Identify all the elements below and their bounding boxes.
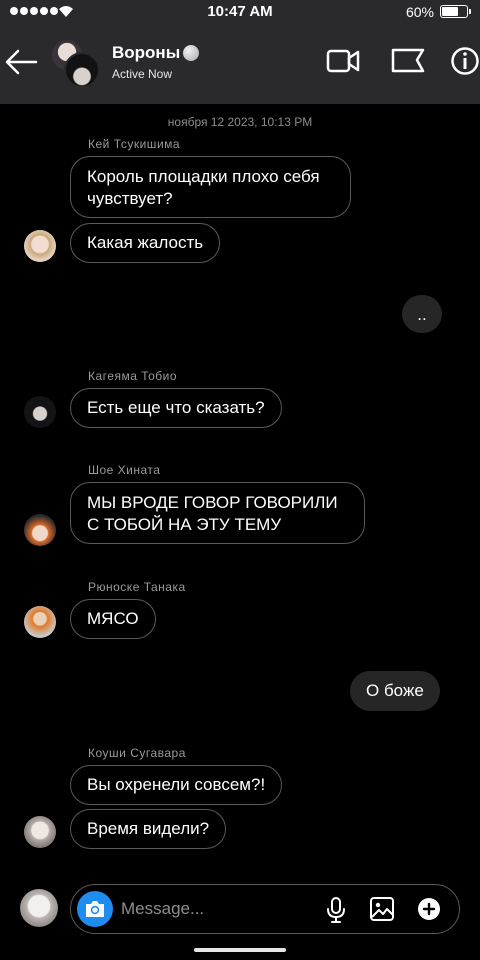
self-avatar[interactable] <box>20 889 58 927</box>
sender-name: Шое Хината <box>88 463 161 477</box>
sender-name: Рюноске Танака <box>88 580 186 594</box>
add-icon[interactable] <box>417 897 441 921</box>
camera-icon <box>86 901 104 917</box>
chat-header: Вороны Active Now <box>0 24 480 104</box>
message-bubble[interactable]: Король площадки плохо себя чувствует? <box>70 156 351 218</box>
volleyball-icon <box>183 45 200 61</box>
active-status: Active Now <box>112 67 173 81</box>
home-indicator <box>194 948 286 952</box>
message-bubble[interactable]: МЫ ВРОДЕ ГОВОР ГОВОРИЛИ С ТОБОЙ НА ЭТУ Т… <box>70 482 365 544</box>
video-call-icon[interactable] <box>326 46 360 76</box>
outgoing-message-bubble[interactable]: .. <box>402 295 442 333</box>
message-bubble[interactable]: Есть еще что сказать? <box>70 388 282 428</box>
status-bar: 10:47 AM 60% <box>0 0 480 24</box>
sender-avatar[interactable] <box>24 396 56 428</box>
message-bubble[interactable]: Вы охренели совсем?! <box>70 765 283 805</box>
battery-icon <box>440 5 471 18</box>
sender-avatar[interactable] <box>24 514 56 546</box>
microphone-icon[interactable] <box>325 896 347 924</box>
chat-title[interactable]: Вороны <box>112 43 200 63</box>
outgoing-message-bubble[interactable]: О боже <box>350 671 440 711</box>
sender-avatar[interactable] <box>24 816 56 848</box>
sender-avatar[interactable] <box>24 230 56 262</box>
battery-percent: 60% <box>405 4 434 20</box>
message-bubble[interactable]: МЯСО <box>70 599 156 639</box>
gallery-icon[interactable] <box>369 896 395 922</box>
date-separator: ноября 12 2023, 10:13 PM <box>167 115 313 129</box>
sender-name: Кагеяма Тобио <box>88 369 178 383</box>
message-composer <box>70 884 460 934</box>
sender-name: Коуши Сугавара <box>88 746 186 760</box>
camera-button[interactable] <box>77 891 113 927</box>
sender-name: Кей Тсукишима <box>88 137 181 151</box>
flag-icon[interactable] <box>390 46 426 76</box>
chat-title-text: Вороны <box>112 43 181 62</box>
back-arrow-icon[interactable] <box>4 46 38 78</box>
message-bubble[interactable]: Время видели? <box>70 809 227 849</box>
message-input[interactable] <box>121 897 311 921</box>
info-icon[interactable] <box>450 46 480 76</box>
sender-avatar[interactable] <box>24 606 56 638</box>
group-avatar[interactable] <box>50 38 102 90</box>
message-bubble[interactable]: Какая жалость <box>70 223 221 263</box>
